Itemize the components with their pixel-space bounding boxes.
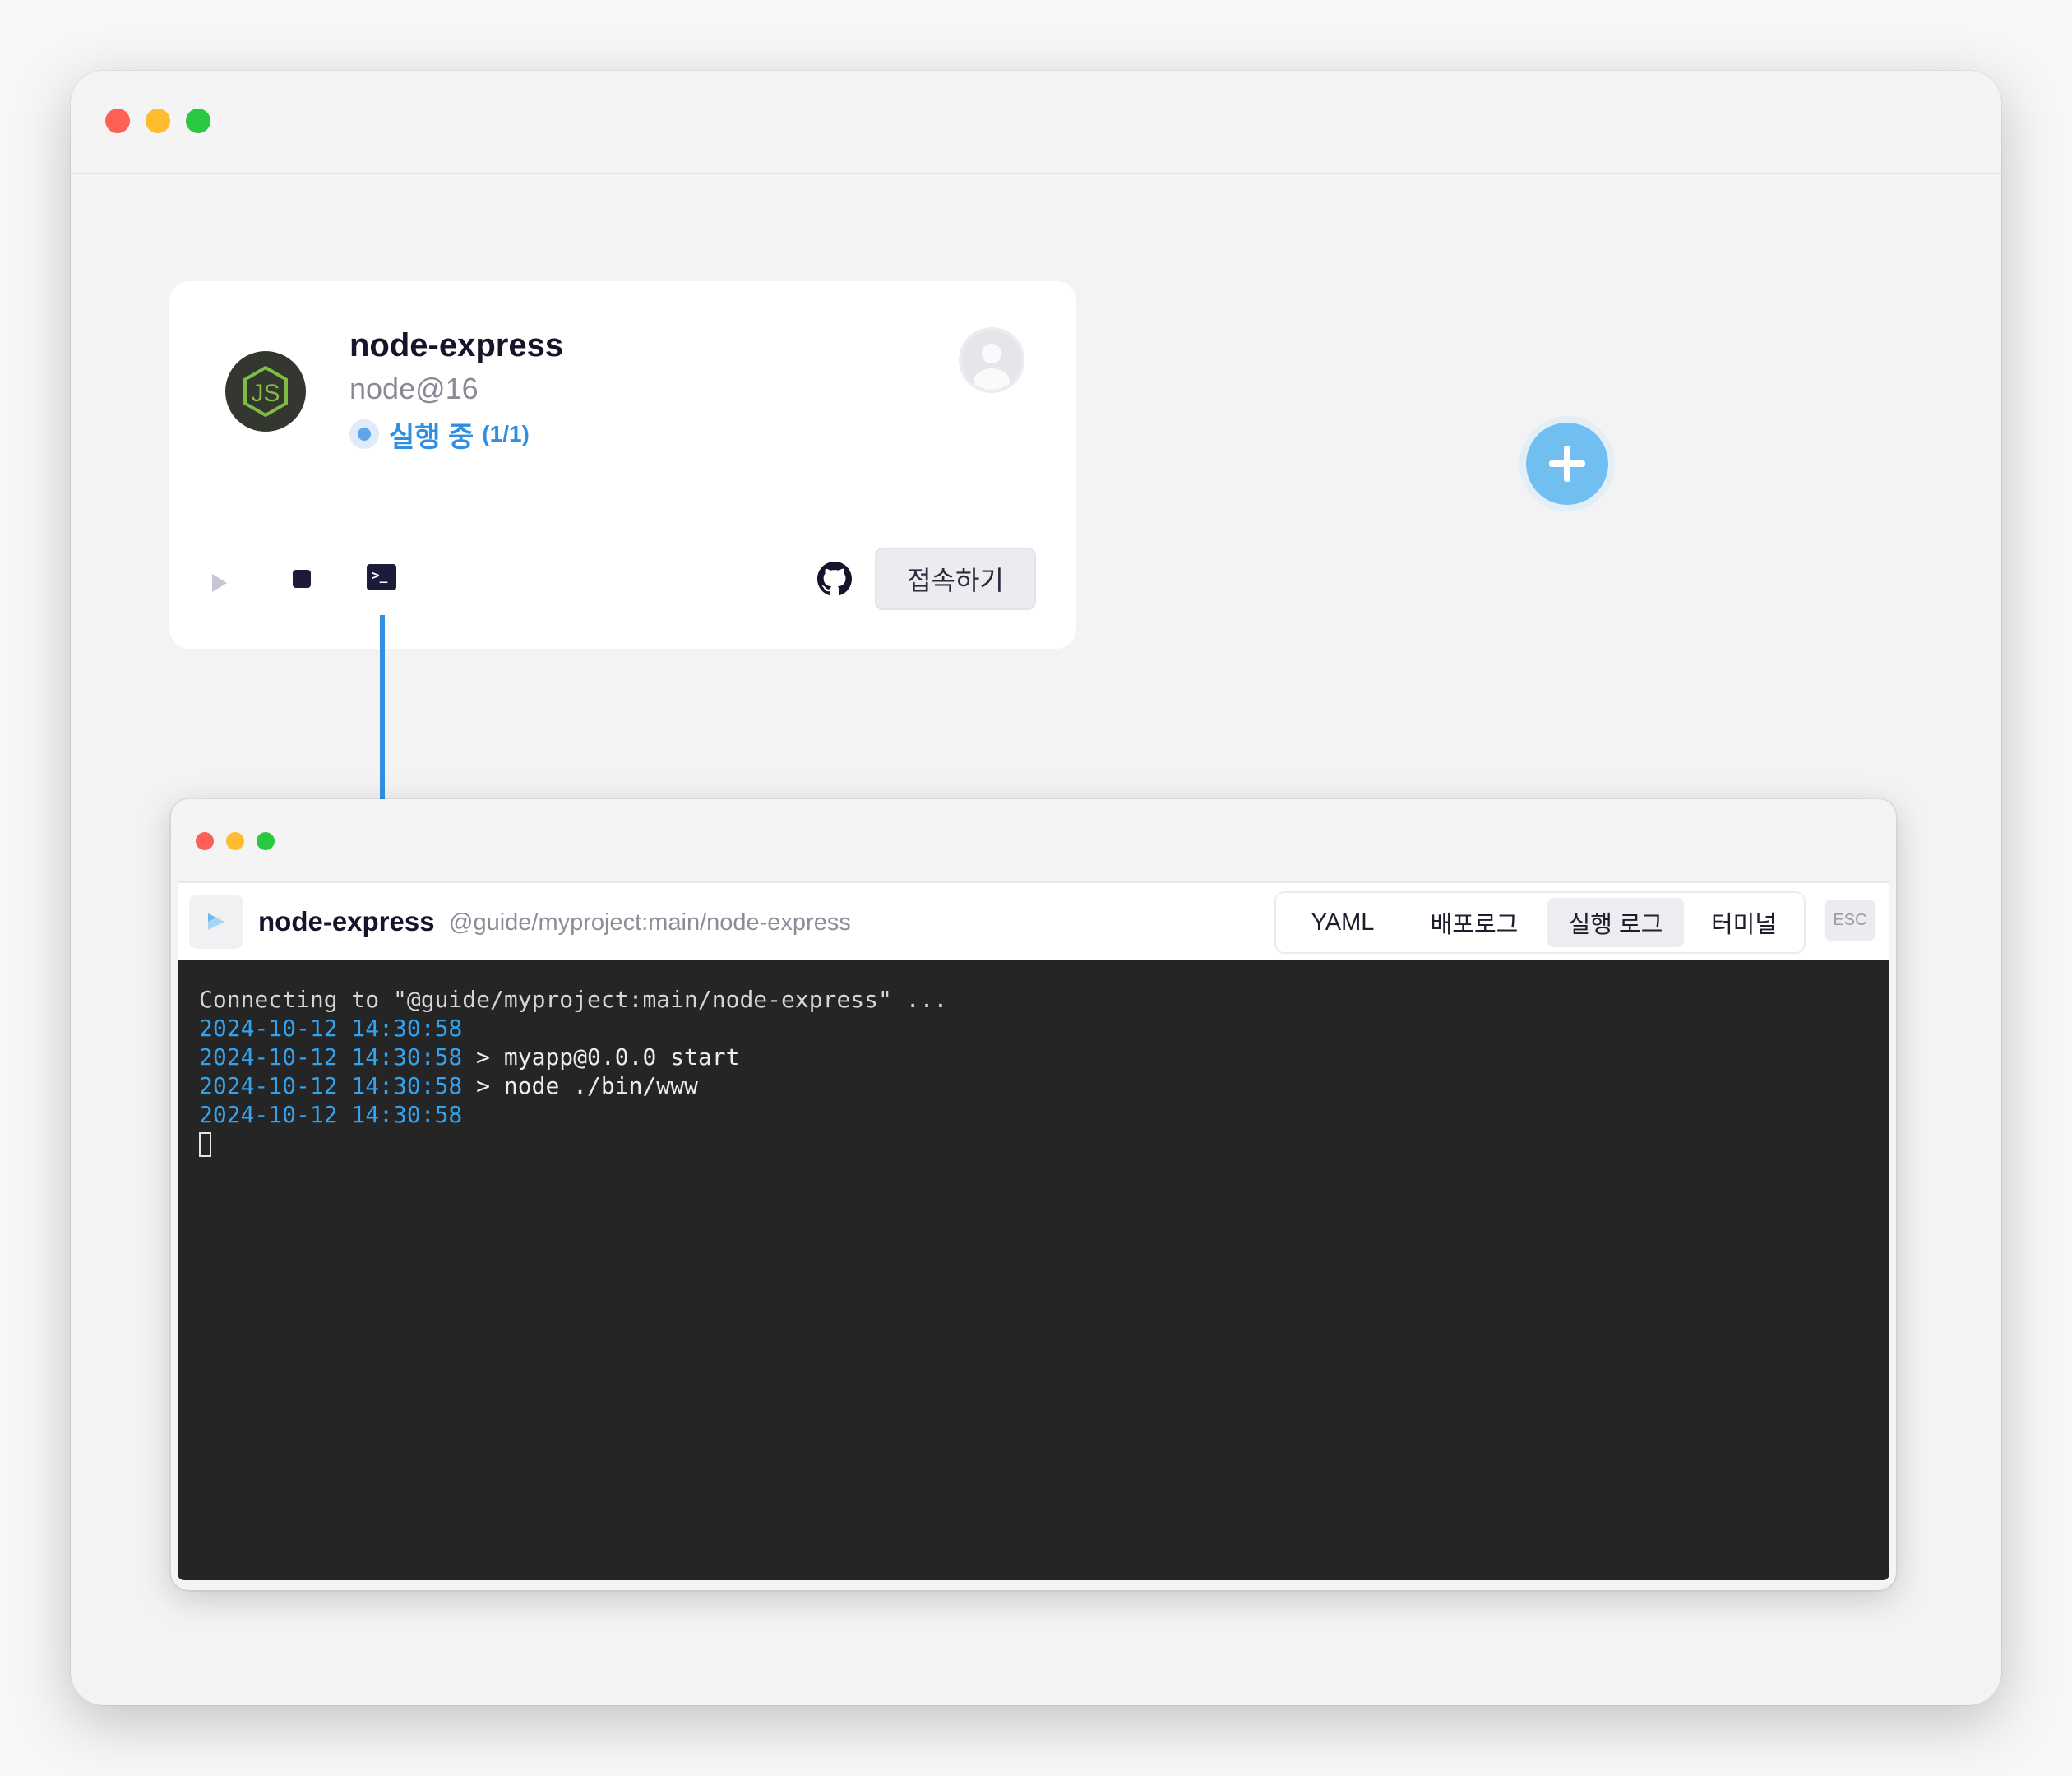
log-timestamp: 2024-10-12 14:30:58 [199,1072,463,1099]
window-titlebar [71,71,2001,174]
log-timestamp: 2024-10-12 14:30:58 [199,1101,463,1128]
main-window: JS node-express node@16 실행 중 (1/1) >_ 접속… [71,71,2001,1705]
connect-button[interactable]: 접속하기 [875,548,1036,610]
svg-text:JS: JS [251,380,280,407]
status-count: (1/1) [482,421,530,446]
nodejs-logo: JS [225,351,306,432]
log-line: Connecting to "@guide/myproject:main/nod… [199,985,1868,1014]
terminal-minimize-button[interactable] [226,832,244,850]
app-name: node-express [349,327,564,363]
log-timestamp: 2024-10-12 14:30:58 [199,1015,463,1042]
terminal-icon[interactable]: >_ [367,564,396,590]
terminal-title: node-express [258,906,435,937]
app-card: JS node-express node@16 실행 중 (1/1) >_ 접속… [169,281,1076,649]
stop-icon[interactable] [293,570,311,588]
tab-run-log[interactable]: 실행 로그 [1547,898,1684,947]
tab-terminal[interactable]: 터미널 [1687,898,1801,947]
log-text: > node ./bin/www [462,1072,698,1099]
terminal-cursor [199,1132,211,1157]
tab-deploy-log[interactable]: 배포로그 [1406,898,1542,947]
close-window-button[interactable] [105,109,130,133]
terminal-header: node-express @guide/myproject:main/node-… [178,881,1889,960]
minimize-window-button[interactable] [146,109,170,133]
add-app-button[interactable] [1526,423,1608,505]
maximize-window-button[interactable] [186,109,210,133]
log-line: 2024-10-12 14:30:58 [199,1100,1868,1129]
cursor-line [199,1129,1868,1158]
log-text: Connecting to "@guide/myproject:main/nod… [199,986,948,1013]
log-line: 2024-10-12 14:30:58 [199,1014,1868,1043]
status-label: 실행 중 [389,421,474,453]
cube-icon [189,895,243,949]
log-text: > myapp@0.0.0 start [462,1043,740,1071]
terminal-window: node-express @guide/myproject:main/node-… [171,799,1896,1590]
log-line: 2024-10-12 14:30:58 > node ./bin/www [199,1071,1868,1100]
terminal-path: @guide/myproject:main/node-express [449,909,851,936]
status-dot-icon [349,419,379,449]
tab-yaml[interactable]: YAML [1281,898,1404,947]
log-timestamp: 2024-10-12 14:30:58 [199,1043,463,1071]
status-badge: 실행 중 (1/1) [349,416,530,453]
github-icon[interactable] [817,562,852,596]
play-icon[interactable] [212,574,227,592]
terminal-maximize-button[interactable] [257,832,275,850]
terminal-output[interactable]: Connecting to "@guide/myproject:main/nod… [178,960,1889,1580]
avatar-icon[interactable] [959,327,1024,393]
tab-bar: YAML 배포로그 실행 로그 터미널 [1274,891,1806,954]
app-runtime: node@16 [349,372,479,405]
log-line: 2024-10-12 14:30:58 > myapp@0.0.0 start [199,1043,1868,1071]
esc-button[interactable]: ESC [1825,900,1875,941]
terminal-close-button[interactable] [196,832,214,850]
